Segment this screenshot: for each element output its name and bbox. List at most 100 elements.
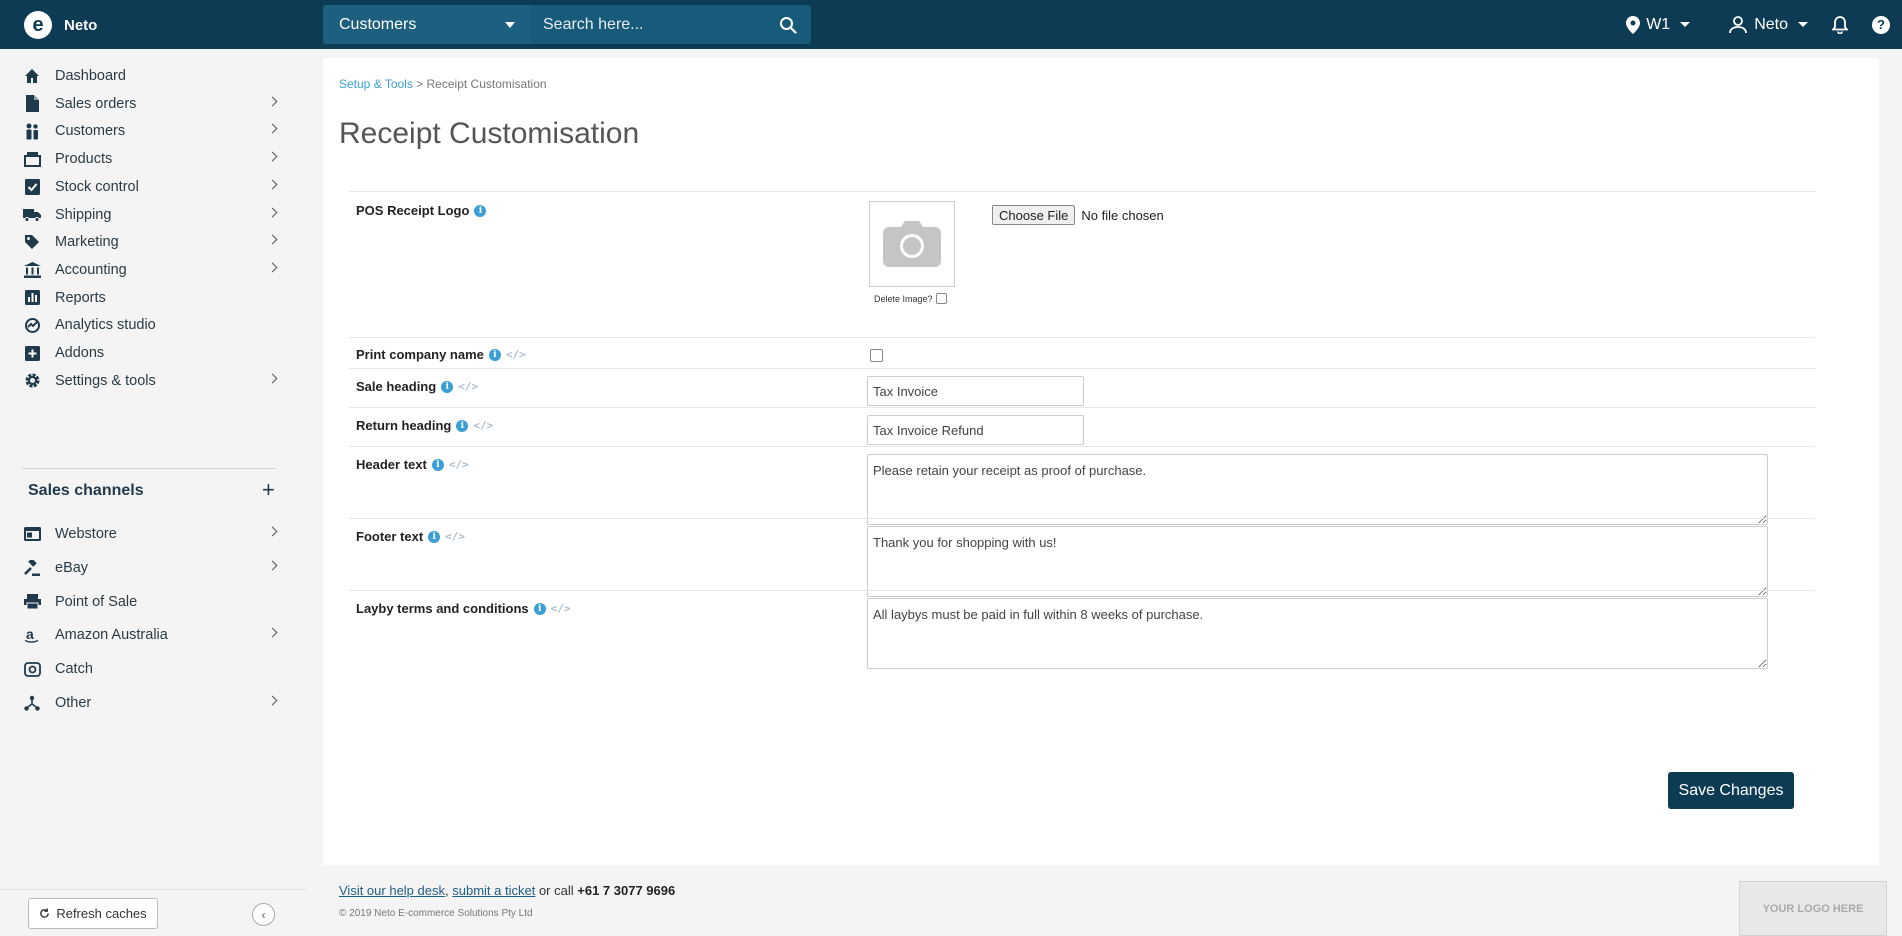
- search-input[interactable]: [531, 5, 765, 44]
- sale-heading-input[interactable]: [867, 376, 1084, 406]
- refresh-caches-button[interactable]: Refresh caches: [28, 898, 158, 929]
- map-pin-icon: [1626, 15, 1641, 34]
- sidebar-item-settings-tools[interactable]: Settings & tools: [22, 366, 278, 396]
- code-icon[interactable]: </>: [449, 458, 469, 471]
- print-company-name-text: Print company name: [356, 347, 484, 362]
- sidebar-item-analytics-studio[interactable]: Analytics studio: [22, 310, 278, 340]
- sidebar-item-label: Sales orders: [55, 95, 137, 112]
- sidebar-item-reports[interactable]: Reports: [22, 283, 278, 313]
- chevron-right-icon: [267, 695, 278, 706]
- file-upload: Choose File No file chosen: [992, 205, 1164, 225]
- plus-square-icon: [22, 343, 42, 363]
- collapse-sidebar-button[interactable]: ‹: [252, 903, 275, 926]
- refresh-caches-label: Refresh caches: [56, 906, 147, 921]
- search-scope-select[interactable]: Customers: [323, 5, 531, 44]
- code-icon[interactable]: </>: [445, 530, 465, 543]
- sidebar-item-label: Shipping: [55, 206, 112, 223]
- top-navbar: e Neto Customers W1 Neto ?: [0, 0, 1902, 49]
- clipboard-check-icon: [22, 177, 42, 197]
- sidebar-item-accounting[interactable]: Accounting: [22, 255, 278, 285]
- code-icon[interactable]: </>: [473, 419, 493, 432]
- return-heading-text: Return heading: [356, 418, 452, 433]
- sidebar-item-label: Stock control: [55, 178, 139, 195]
- sidebar-item-catch[interactable]: Catch: [22, 654, 278, 684]
- return-heading-row: Return heading i </>: [349, 407, 1815, 446]
- sidebar-item-shipping[interactable]: Shipping: [22, 200, 278, 230]
- chevron-right-icon: [267, 234, 278, 245]
- sidebar-item-marketing[interactable]: Marketing: [22, 227, 278, 257]
- choose-file-button[interactable]: Choose File: [992, 205, 1076, 225]
- print-company-name-checkbox[interactable]: [870, 349, 883, 362]
- user-name: Neto: [1754, 15, 1788, 33]
- top-right-controls: W1 Neto ?: [1626, 0, 1902, 49]
- brand[interactable]: e Neto: [24, 11, 97, 39]
- layby-terms-textarea[interactable]: All laybys must be paid in full within 8…: [867, 598, 1768, 669]
- document-icon: [22, 94, 42, 114]
- return-heading-input[interactable]: [867, 415, 1084, 445]
- sidebar-item-other[interactable]: Other: [22, 688, 278, 718]
- neto-logo-icon: e: [24, 11, 52, 39]
- info-icon[interactable]: i: [456, 419, 469, 432]
- user-icon: [1729, 15, 1748, 33]
- layby-terms-text: Layby terms and conditions: [356, 601, 529, 616]
- add-channel-button[interactable]: +: [262, 477, 275, 503]
- sidebar-item-webstore[interactable]: Webstore: [22, 519, 278, 549]
- breadcrumb-setup-tools[interactable]: Setup & Tools: [339, 77, 413, 91]
- bank-icon: [22, 260, 42, 280]
- info-icon[interactable]: i: [431, 458, 444, 471]
- header-text-textarea[interactable]: Please retain your receipt as proof of p…: [867, 454, 1768, 525]
- save-changes-button[interactable]: Save Changes: [1668, 772, 1794, 809]
- footer-text-textarea[interactable]: Thank you for shopping with us!: [867, 526, 1768, 597]
- sidebar-item-customers[interactable]: Customers: [22, 116, 278, 146]
- delete-image-label: Delete Image?: [874, 293, 933, 304]
- location-selector[interactable]: W1: [1626, 15, 1691, 34]
- notifications-button[interactable]: [1832, 15, 1848, 34]
- chevron-right-icon: [267, 179, 278, 190]
- sidebar: Dashboard Sales orders Customers Products St…: [0, 49, 306, 936]
- pos-receipt-logo-label: POS Receipt Logo i: [356, 203, 487, 218]
- breadcrumb-current: Receipt Customisation: [426, 77, 547, 91]
- logo-preview: [869, 201, 955, 287]
- footer-text-label: Footer text i </>: [356, 529, 465, 544]
- location-label: W1: [1646, 15, 1671, 33]
- code-icon[interactable]: </>: [458, 380, 478, 393]
- search-button[interactable]: [765, 5, 811, 44]
- sidebar-item-label: Addons: [55, 345, 105, 361]
- sidebar-item-point-of-sale[interactable]: Point of Sale: [22, 587, 278, 617]
- main-panel: Setup & Tools > Receipt Customisation Re…: [323, 58, 1879, 865]
- chevron-right-icon: [267, 627, 278, 638]
- sidebar-divider: [22, 468, 276, 469]
- sidebar-item-addons[interactable]: Addons: [22, 338, 278, 368]
- info-icon[interactable]: i: [533, 602, 546, 615]
- info-icon[interactable]: i: [474, 204, 487, 217]
- info-icon[interactable]: i: [488, 348, 501, 361]
- code-icon[interactable]: </>: [506, 348, 526, 361]
- network-icon: [22, 693, 42, 713]
- footer-or-call: or call: [535, 883, 578, 898]
- delete-image-control: Delete Image?: [874, 293, 947, 304]
- chevron-down-icon: [1680, 22, 1691, 27]
- sidebar-item-label: Marketing: [55, 234, 119, 251]
- people-icon: [22, 121, 42, 141]
- code-icon[interactable]: </>: [551, 602, 571, 615]
- info-icon[interactable]: i: [441, 380, 454, 393]
- help-icon[interactable]: ?: [1872, 15, 1890, 34]
- sidebar-item-amazon-australia[interactable]: a Amazon Australia: [22, 620, 278, 650]
- bar-chart-icon: [22, 288, 42, 308]
- submit-ticket-link[interactable]: submit a ticket: [452, 883, 535, 898]
- info-icon[interactable]: i: [428, 530, 441, 543]
- header-text-row: Header text i </> Please retain your rec…: [349, 446, 1815, 525]
- truck-icon: [22, 205, 42, 225]
- sidebar-item-products[interactable]: Products: [22, 144, 278, 174]
- sidebar-item-label: Accounting: [55, 261, 127, 278]
- delete-image-checkbox[interactable]: [935, 293, 947, 304]
- search-bar: Customers: [323, 5, 811, 44]
- sidebar-item-sales-orders[interactable]: Sales orders: [22, 89, 278, 119]
- sidebar-item-dashboard[interactable]: Dashboard: [22, 61, 278, 91]
- sidebar-item-ebay[interactable]: eBay: [22, 553, 278, 583]
- bell-icon: [1832, 15, 1848, 34]
- user-menu[interactable]: Neto: [1728, 16, 1808, 34]
- help-desk-link[interactable]: Visit our help desk: [339, 883, 445, 898]
- sidebar-item-stock-control[interactable]: Stock control: [22, 172, 278, 202]
- refresh-icon: [40, 908, 50, 918]
